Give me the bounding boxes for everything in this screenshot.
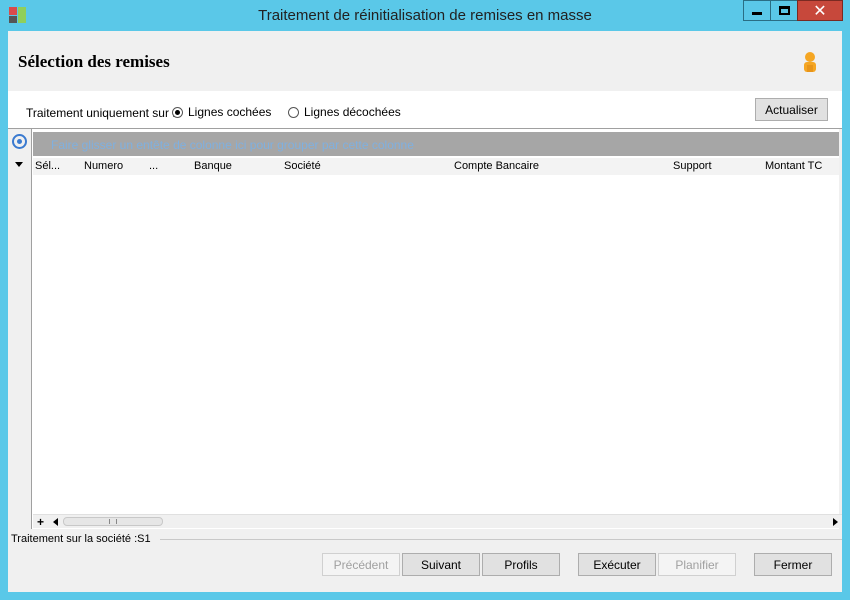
grid-body[interactable] <box>33 175 839 515</box>
column-header-selection[interactable]: Sél... <box>35 160 60 172</box>
radio-checked-lines-label: Lignes cochées <box>188 105 272 119</box>
scrollbar-grip-icon <box>109 519 117 524</box>
processing-scope-label: Traitement uniquement sur : <box>26 106 176 120</box>
radio-selected-indicator <box>172 106 183 118</box>
minimize-button[interactable] <box>743 0 771 21</box>
expand-arrow-icon[interactable] <box>15 162 23 167</box>
close-icon: ✕ <box>813 0 827 20</box>
maximize-button[interactable] <box>770 0 798 21</box>
column-header-compte-bancaire[interactable]: Compte Bancaire <box>454 160 539 172</box>
execute-button[interactable]: Exécuter <box>578 553 656 576</box>
status-company-text: Traitement sur la société :S1 <box>11 533 151 545</box>
close-button[interactable]: Fermer <box>754 553 832 576</box>
add-row-icon[interactable]: + <box>37 515 44 529</box>
column-header-societe[interactable]: Société <box>284 160 321 172</box>
column-header-more[interactable]: ... <box>149 160 158 172</box>
client-area: Sélection des remises Traitement uniquem… <box>8 31 842 592</box>
column-header-banque[interactable]: Banque <box>194 160 232 172</box>
horizontal-scrollbar[interactable]: + <box>33 514 842 529</box>
radio-unselected-indicator <box>288 106 299 118</box>
options-bar: Traitement uniquement sur : Lignes coché… <box>8 91 842 128</box>
next-button[interactable]: Suivant <box>402 553 480 576</box>
main-window: Traitement de réinitialisation de remise… <box>0 0 850 600</box>
column-header-row: Sél... Numero ... Banque Société Compte … <box>33 158 839 175</box>
group-by-hint: Faire glisser un entête de colonne ici p… <box>51 138 414 152</box>
profiles-button[interactable]: Profils <box>482 553 560 576</box>
schedule-button[interactable]: Planifier <box>658 553 736 576</box>
radio-unchecked-lines-label: Lignes décochées <box>304 105 401 119</box>
scrollbar-thumb[interactable] <box>63 517 163 526</box>
radio-unchecked-lines[interactable]: Lignes décochées <box>288 105 401 119</box>
scroll-right-icon[interactable] <box>833 518 838 526</box>
status-divider <box>160 539 842 540</box>
close-window-button[interactable]: ✕ <box>797 0 843 21</box>
scroll-left-icon[interactable] <box>53 518 58 526</box>
window-title: Traitement de réinitialisation de remise… <box>258 7 592 24</box>
minimize-icon <box>752 12 762 15</box>
grid-row-indicator-column <box>8 129 32 529</box>
column-header-montant-tc[interactable]: Montant TC <box>765 160 822 172</box>
refresh-button[interactable]: Actualiser <box>755 98 828 121</box>
user-icon <box>804 52 816 72</box>
remises-grid: Faire glisser un entête de colonne ici p… <box>8 128 842 529</box>
group-by-panel[interactable]: Faire glisser un entête de colonne ici p… <box>33 132 839 156</box>
previous-button[interactable]: Précédent <box>322 553 400 576</box>
column-header-support[interactable]: Support <box>673 160 712 172</box>
grid-right-edge <box>839 129 842 529</box>
header-panel: Sélection des remises <box>8 31 842 91</box>
title-bar[interactable]: Traitement de réinitialisation de remise… <box>0 0 850 30</box>
target-icon[interactable] <box>12 134 27 149</box>
page-title: Sélection des remises <box>18 52 170 71</box>
maximize-icon <box>778 6 790 15</box>
radio-checked-lines[interactable]: Lignes cochées <box>172 105 271 119</box>
column-header-numero[interactable]: Numero <box>84 160 123 172</box>
